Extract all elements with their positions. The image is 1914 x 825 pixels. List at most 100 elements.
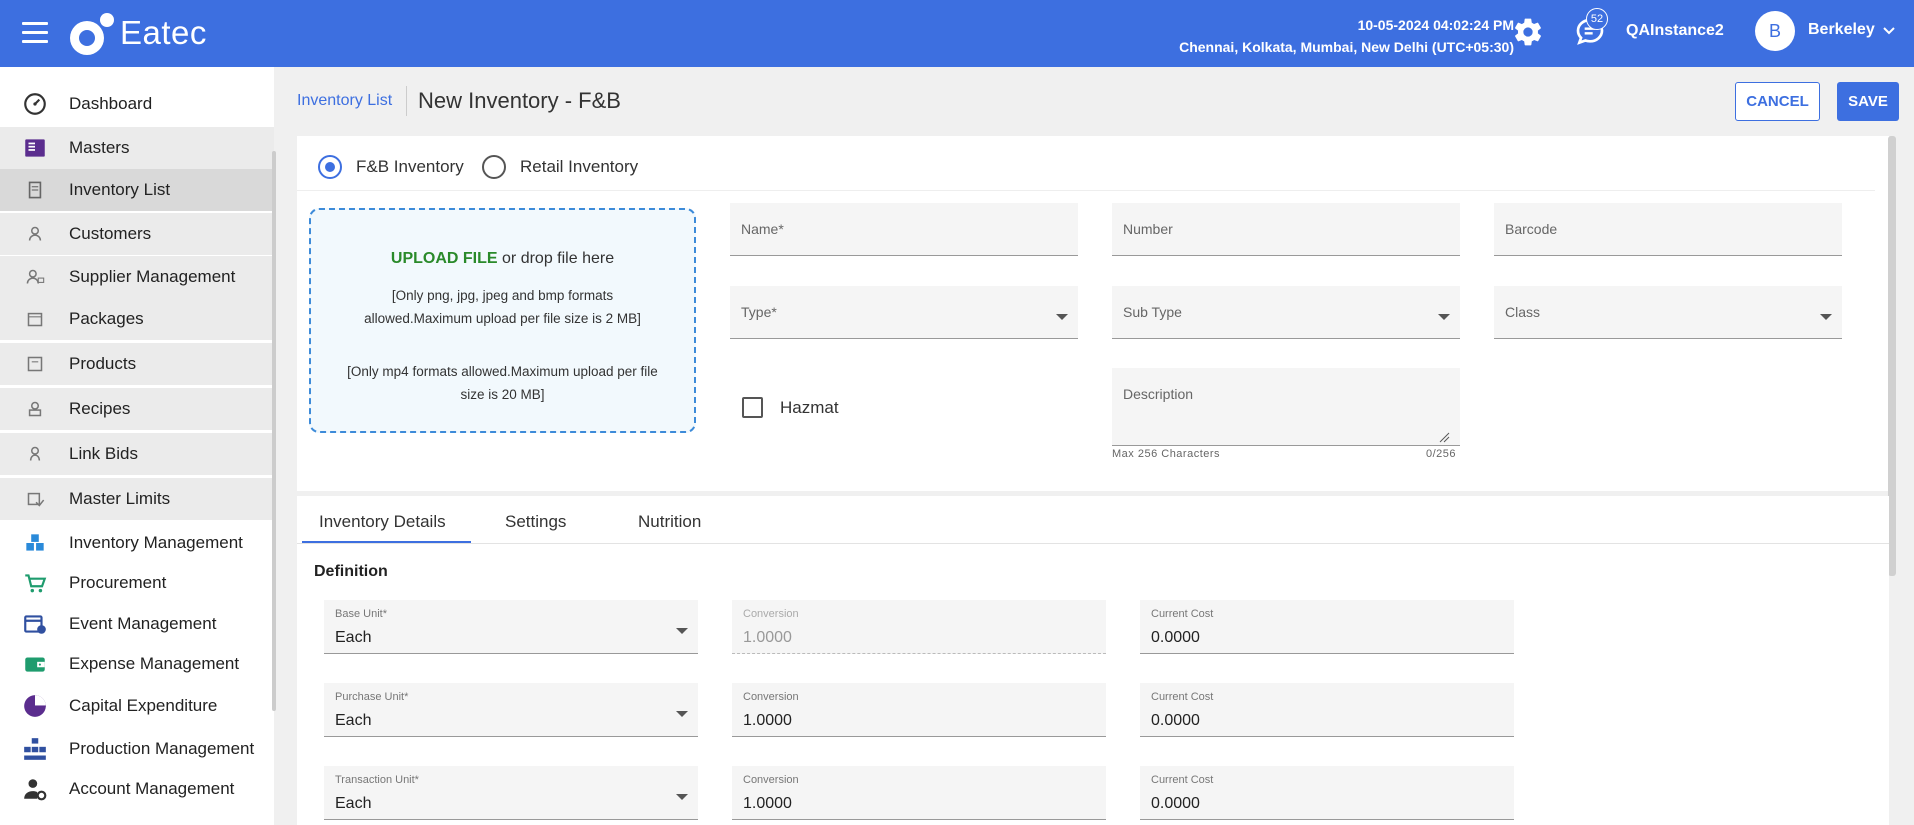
- sidebar-item-master-limits[interactable]: Master Limits: [0, 478, 274, 520]
- field-label: Class: [1505, 304, 1541, 320]
- sidebar-scrollbar[interactable]: [272, 151, 276, 711]
- cancel-button[interactable]: CANCEL: [1735, 82, 1820, 121]
- save-button[interactable]: SAVE: [1837, 82, 1899, 121]
- dashboard-gauge-icon: [24, 93, 46, 115]
- sidebar-item-customers[interactable]: Customers: [0, 213, 274, 255]
- field-label: Transaction Unit*: [335, 774, 419, 786]
- production-icon: [24, 738, 46, 760]
- dropdown-arrow-icon: [676, 711, 688, 717]
- timezone: Chennai, Kolkata, Mumbai, New Delhi (UTC…: [1179, 39, 1514, 55]
- description-max-hint: Max 256 Characters: [1112, 448, 1221, 460]
- menu-hamburger-icon[interactable]: [22, 22, 48, 44]
- base-conversion-field: Conversion 1.0000: [732, 600, 1106, 654]
- field-label: Base Unit*: [335, 608, 387, 620]
- sidebar-item-label: Inventory Management: [69, 533, 243, 552]
- purchase-current-cost-field[interactable]: Current Cost 0.0000: [1140, 683, 1514, 737]
- link-bids-icon: [29, 446, 41, 461]
- class-select[interactable]: Class: [1494, 286, 1842, 339]
- purchase-conversion-field[interactable]: Conversion 1.0000: [732, 683, 1106, 737]
- radio-selected-icon: [318, 155, 342, 179]
- purchase-unit-select[interactable]: Purchase Unit* Each: [324, 683, 698, 737]
- sidebar-item-procurement[interactable]: Procurement: [0, 562, 274, 604]
- checkbox-unchecked-icon: [742, 397, 763, 418]
- chevron-down-icon[interactable]: [1882, 26, 1896, 36]
- field-value: 0.0000: [1151, 629, 1200, 646]
- resize-handle-icon[interactable]: [1438, 431, 1450, 443]
- radio-label: Retail Inventory: [520, 157, 639, 176]
- supplier-icon: [26, 269, 45, 284]
- base-current-cost-field[interactable]: Current Cost 0.0000: [1140, 600, 1514, 654]
- type-select[interactable]: Type*: [730, 286, 1078, 339]
- tab-settings[interactable]: Settings: [505, 512, 566, 532]
- masters-book-icon: [25, 139, 45, 157]
- field-value: 0.0000: [1151, 712, 1200, 729]
- field-value: 1.0000: [743, 712, 792, 729]
- tab-inventory-details[interactable]: Inventory Details: [319, 512, 446, 532]
- file-upload-dropzone[interactable]: UPLOAD FILE or drop file here [Only png,…: [309, 208, 696, 433]
- dropdown-arrow-icon: [1438, 314, 1450, 320]
- field-label: Current Cost: [1151, 608, 1214, 620]
- sidebar-item-label: Supplier Management: [69, 267, 236, 286]
- radio-retail-inventory[interactable]: Retail Inventory: [482, 155, 638, 179]
- field-label: Current Cost: [1151, 774, 1214, 786]
- sidebar-item-label: Products: [69, 354, 137, 373]
- sidebar-item-account-management[interactable]: Account Management: [0, 768, 274, 810]
- field-label: Current Cost: [1151, 691, 1214, 703]
- sidebar-item-event-management[interactable]: Event Management: [0, 603, 274, 645]
- transaction-conversion-field[interactable]: Conversion 1.0000: [732, 766, 1106, 820]
- sidebar-item-expense-management[interactable]: Expense Management: [0, 643, 274, 685]
- sidebar-item-products[interactable]: Products: [0, 343, 274, 385]
- logo-mark-icon: [70, 13, 114, 55]
- inventory-list-icon: [28, 181, 42, 199]
- subtype-select[interactable]: Sub Type: [1112, 286, 1460, 339]
- settings-gear-icon[interactable]: [1512, 16, 1544, 48]
- instance-name[interactable]: QAInstance2: [1626, 22, 1724, 40]
- field-label: Conversion: [743, 691, 799, 703]
- recipes-icon: [28, 401, 42, 417]
- name-field[interactable]: Name*: [730, 203, 1078, 256]
- sidebar-item-inventory-management[interactable]: Inventory Management: [0, 522, 274, 564]
- account-gear-icon: [24, 779, 47, 801]
- inventory-management-icon: [26, 534, 44, 551]
- upload-hint: or drop file here: [497, 250, 615, 267]
- transaction-unit-select[interactable]: Transaction Unit* Each: [324, 766, 698, 820]
- sidebar-item-capital-expenditure[interactable]: Capital Expenditure: [0, 685, 274, 727]
- sidebar-item-label: Procurement: [69, 573, 167, 592]
- sidebar-item-masters[interactable]: Masters: [0, 127, 274, 169]
- app-logo[interactable]: Eatec: [70, 10, 207, 56]
- sidebar-item-recipes[interactable]: Recipes: [0, 388, 274, 430]
- radio-fb-inventory[interactable]: F&B Inventory: [318, 155, 464, 179]
- main-scrollbar[interactable]: [1888, 136, 1896, 576]
- hazmat-checkbox[interactable]: Hazmat: [742, 397, 839, 418]
- field-label: Name*: [741, 221, 784, 237]
- packages-icon: [27, 312, 43, 327]
- pie-chart-icon: [24, 695, 46, 717]
- barcode-field[interactable]: Barcode: [1494, 203, 1842, 256]
- field-label: Barcode: [1505, 221, 1558, 237]
- procurement-cart-icon: [25, 574, 47, 593]
- field-label: Type*: [741, 304, 777, 320]
- user-name[interactable]: Berkeley: [1808, 21, 1875, 39]
- sidebar-item-link-bids[interactable]: Link Bids: [0, 433, 274, 475]
- sidebar-item-packages[interactable]: Packages: [0, 298, 274, 340]
- upload-file-link[interactable]: UPLOAD FILE: [391, 250, 498, 267]
- transaction-current-cost-field[interactable]: Current Cost 0.0000: [1140, 766, 1514, 820]
- sidebar-item-label: Account Management: [69, 779, 235, 798]
- field-label: Number: [1123, 221, 1173, 237]
- sidebar-item-supplier-management[interactable]: Supplier Management: [0, 256, 274, 298]
- sidebar-item-inventory-list[interactable]: Inventory List: [0, 169, 274, 211]
- base-unit-select[interactable]: Base Unit* Each: [324, 600, 698, 654]
- radio-label: F&B Inventory: [356, 157, 464, 176]
- field-value: Each: [335, 629, 372, 646]
- tab-nutrition[interactable]: Nutrition: [638, 512, 701, 532]
- breadcrumb-inventory-list[interactable]: Inventory List: [297, 92, 392, 110]
- avatar[interactable]: B: [1755, 11, 1795, 51]
- radio-unselected-icon: [482, 155, 506, 179]
- definition-title: Definition: [314, 563, 388, 580]
- description-char-count: 0/256: [1426, 448, 1457, 460]
- field-value: Each: [335, 712, 372, 729]
- sidebar-item-dashboard[interactable]: Dashboard: [0, 83, 274, 125]
- number-field[interactable]: Number: [1112, 203, 1460, 256]
- description-textarea[interactable]: Description: [1112, 368, 1460, 446]
- sidebar-item-production-management[interactable]: Production Management: [0, 728, 274, 770]
